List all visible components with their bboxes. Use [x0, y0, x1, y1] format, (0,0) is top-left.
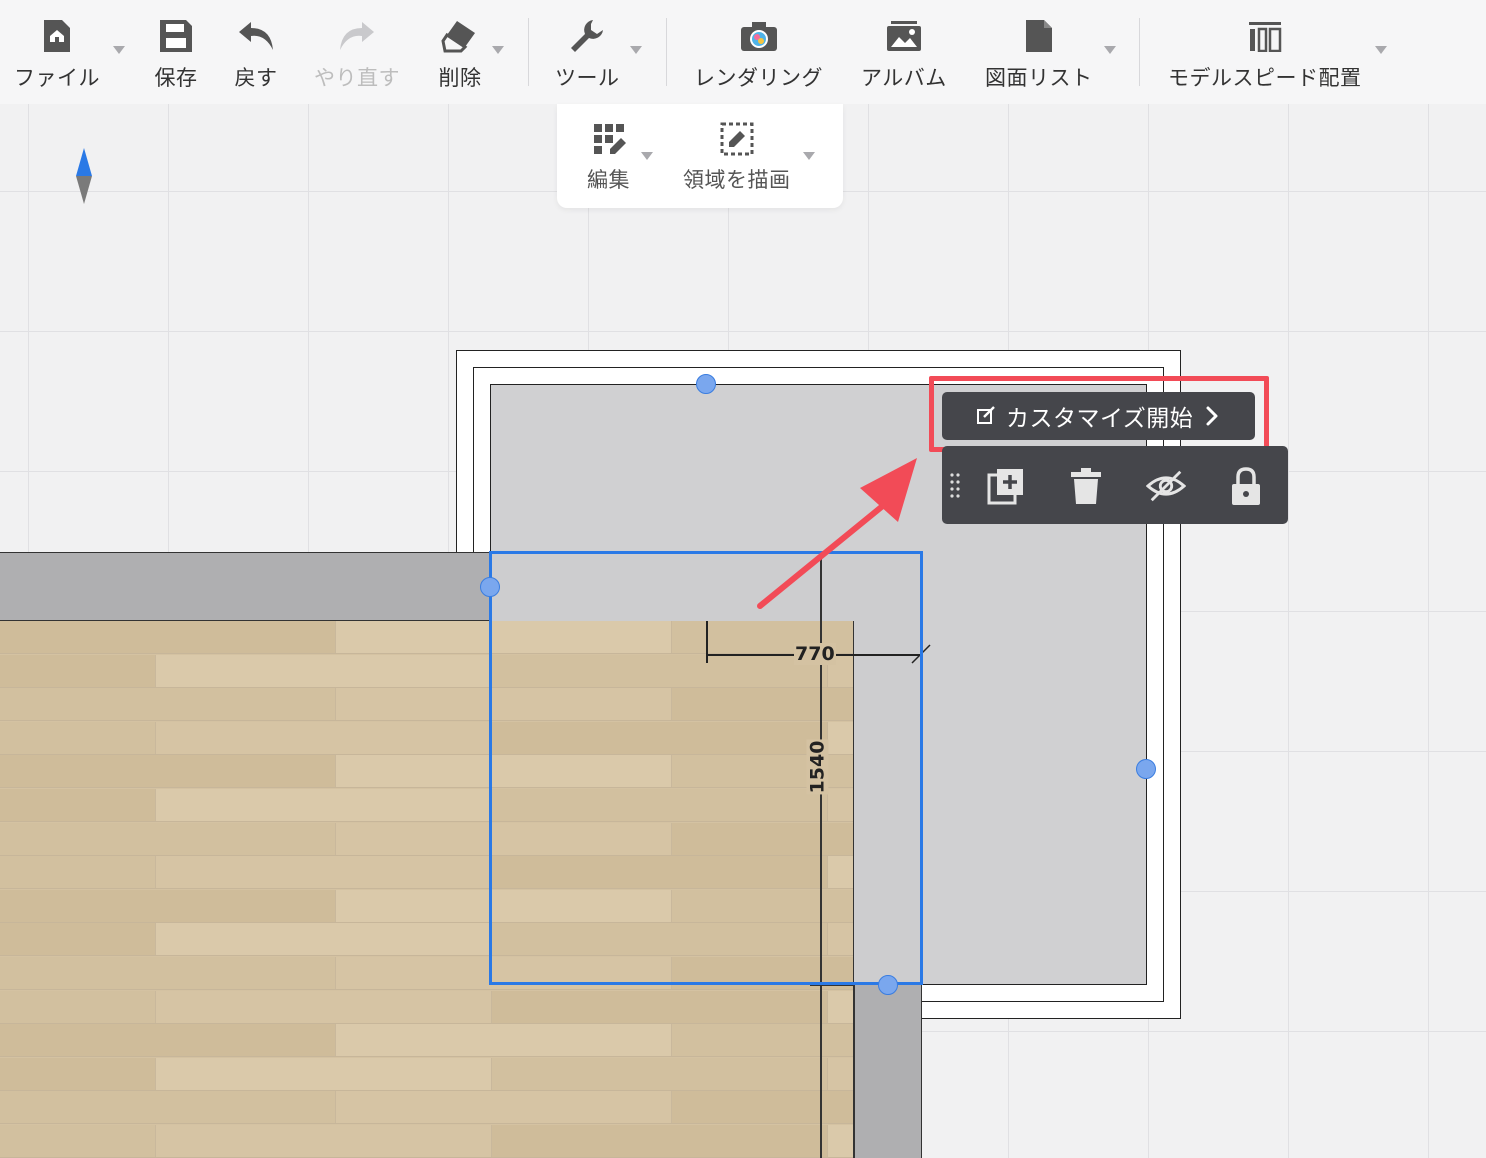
- drag-handle-icon[interactable]: [950, 472, 960, 498]
- toolbar-divider: [666, 18, 667, 86]
- duplicate-button[interactable]: [986, 466, 1026, 506]
- draw-area-dropdown-caret[interactable]: [803, 152, 815, 160]
- model-speed-icon: [1243, 14, 1287, 58]
- main-toolbar: ファイル 保存 戻す やり直す 削除 ツール レンダリング アルバム 図面リスト…: [0, 0, 1486, 104]
- resize-handle-top[interactable]: [696, 374, 716, 394]
- save-label: 保存: [154, 66, 198, 90]
- undo-icon: [234, 14, 278, 58]
- document-icon: [1017, 14, 1061, 58]
- rendering-button[interactable]: レンダリング: [694, 14, 823, 92]
- lock-icon: [1232, 467, 1260, 505]
- undo-button[interactable]: 戻す: [234, 14, 278, 92]
- lock-button[interactable]: [1226, 466, 1266, 506]
- drawing-list-button[interactable]: 図面リスト: [985, 14, 1093, 92]
- edit-label: 編集: [587, 168, 630, 192]
- resize-handle-right[interactable]: [1136, 759, 1156, 779]
- resize-handle-left[interactable]: [480, 577, 500, 597]
- save-button[interactable]: 保存: [154, 14, 198, 92]
- highlight-frame: [929, 376, 1269, 452]
- home-file-icon: [35, 14, 79, 58]
- delete-label: 削除: [438, 66, 482, 90]
- album-icon: [882, 14, 926, 58]
- toolbar-divider: [528, 18, 529, 86]
- undo-label: 戻す: [234, 66, 278, 90]
- sub-toolbar: 編集 領域を描画: [557, 104, 843, 208]
- model-speed-dropdown-caret[interactable]: [1375, 46, 1387, 54]
- duplicate-icon: [987, 469, 1023, 505]
- delete-button-toolbar[interactable]: 削除: [438, 14, 482, 92]
- file-dropdown-caret[interactable]: [113, 46, 125, 54]
- model-speed-button[interactable]: モデルスピード配置: [1168, 14, 1362, 92]
- delete-dropdown-caret[interactable]: [492, 46, 504, 54]
- edit-button[interactable]: 編集: [587, 122, 630, 194]
- model-speed-label: モデルスピード配置: [1168, 66, 1362, 90]
- trash-icon: [1071, 468, 1101, 504]
- selection-box[interactable]: [489, 551, 923, 985]
- draw-area-label: 領域を描画: [683, 168, 791, 192]
- eraser-icon: [438, 14, 482, 58]
- tools-dropdown-caret[interactable]: [630, 46, 642, 54]
- edit-dropdown-caret[interactable]: [641, 152, 653, 160]
- redo-button[interactable]: やり直す: [314, 14, 400, 92]
- album-label: アルバム: [861, 66, 947, 90]
- object-action-bar: [942, 446, 1288, 524]
- delete-button[interactable]: [1066, 466, 1106, 506]
- file-button[interactable]: ファイル: [14, 14, 100, 92]
- draw-area-button[interactable]: 領域を描画: [683, 122, 791, 194]
- compass-icon: [76, 148, 92, 204]
- resize-handle-bottom[interactable]: [878, 975, 898, 995]
- draw-area-icon: [720, 122, 754, 156]
- hide-button[interactable]: [1146, 466, 1186, 506]
- album-button[interactable]: アルバム: [861, 14, 947, 92]
- redo-icon: [335, 14, 379, 58]
- edit-grid-icon: [593, 124, 626, 154]
- save-icon: [154, 14, 198, 58]
- tools-button[interactable]: ツール: [555, 14, 620, 92]
- drawing-list-dropdown-caret[interactable]: [1104, 46, 1116, 54]
- rendering-label: レンダリング: [694, 66, 823, 90]
- tools-label: ツール: [555, 66, 620, 90]
- redo-label: やり直す: [314, 66, 400, 90]
- drawing-list-label: 図面リスト: [985, 66, 1093, 90]
- camera-icon: [737, 14, 781, 58]
- wrench-icon: [565, 14, 609, 58]
- file-label: ファイル: [14, 66, 100, 90]
- hide-icon: [1146, 470, 1186, 502]
- toolbar-divider: [1139, 18, 1140, 86]
